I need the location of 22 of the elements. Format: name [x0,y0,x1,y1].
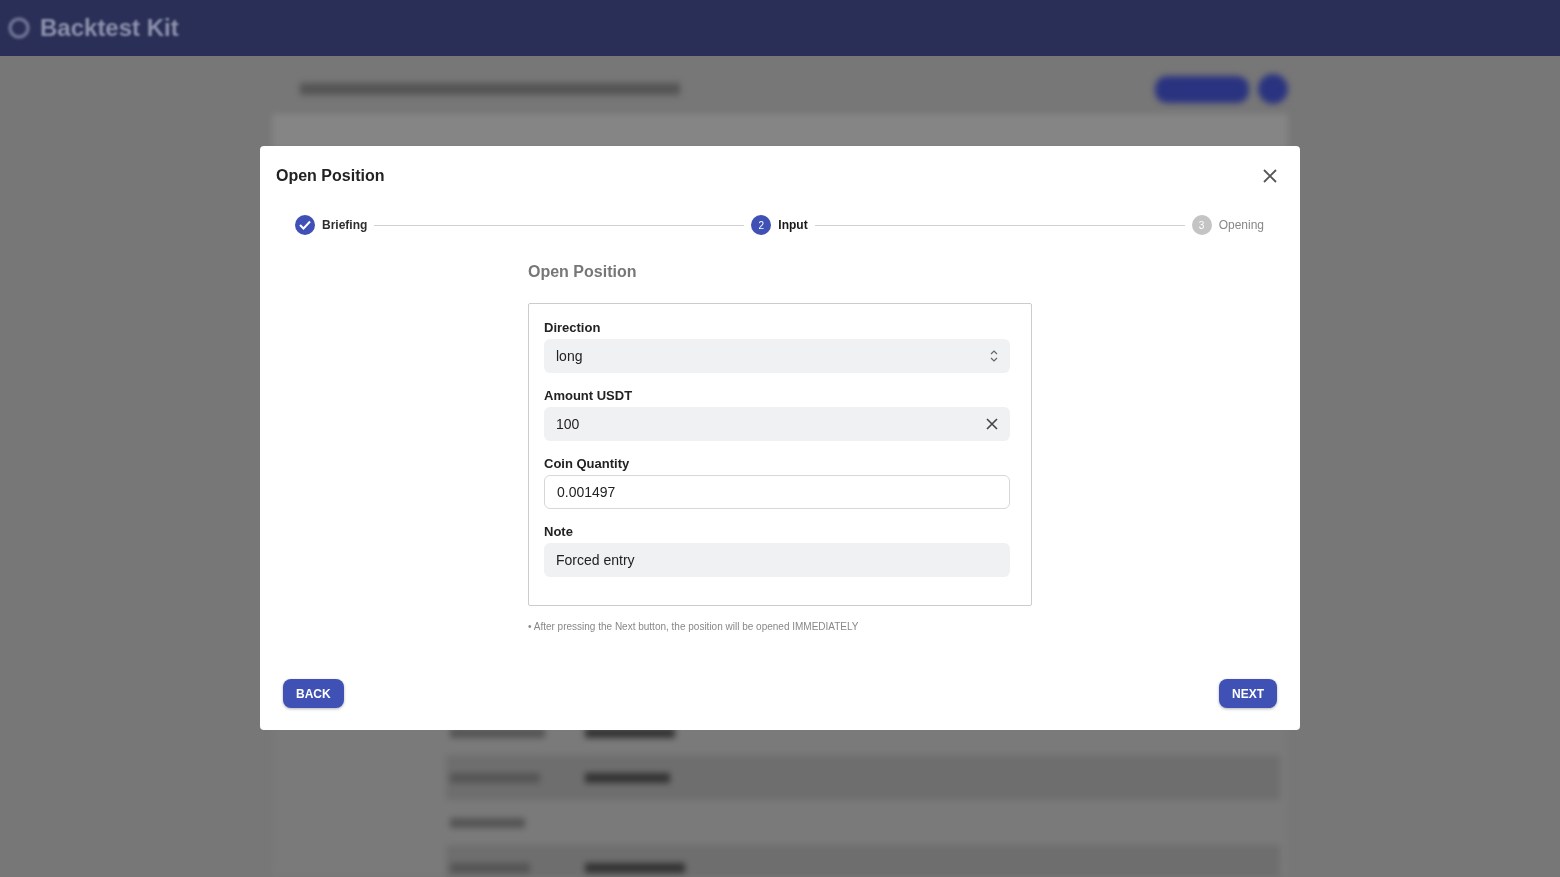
step-label: Opening [1218,218,1264,232]
field-label: Amount USDT [544,388,634,403]
dialog-title: Open Position [276,167,385,185]
clear-icon[interactable] [986,418,998,430]
input-field[interactable]: Forced entry [544,543,1010,577]
step-label: Input [778,218,808,232]
sort-icon [990,350,998,362]
field-label: Coin Quantity [544,456,631,471]
back-button[interactable]: BACK [283,679,344,708]
step-label: Briefing [322,218,368,232]
input-field[interactable]: 0.001497 [544,475,1010,509]
select-field[interactable]: long [544,339,1010,373]
next-button[interactable]: NEXT [1219,679,1277,708]
step-number: 3 [1191,215,1212,235]
hint-text: • After pressing the Next button, the position will be opened IMMEDIATELY [528,621,860,632]
field-label: Direction [544,320,602,335]
form-title: Open Position [528,263,638,281]
input-field[interactable]: 100 [544,407,1010,441]
logo-icon [8,17,30,39]
app-title: Backtest Kit [40,14,179,42]
field-label: Note [544,524,574,539]
step-number: 2 [751,215,772,235]
